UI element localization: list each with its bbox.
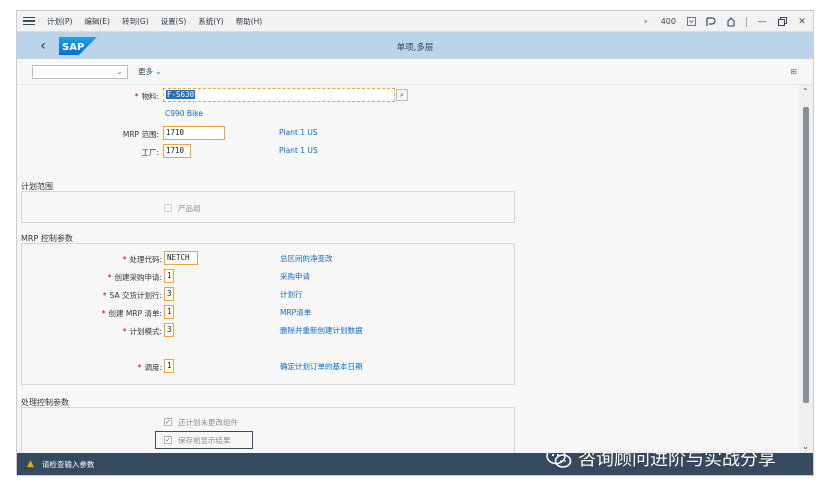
sap-logo: SAP [59,36,97,55]
screenshot-icon[interactable] [706,16,716,27]
plant-input[interactable]: 1710 [163,144,191,158]
exit-icon[interactable]: ⊞ [790,67,797,76]
scheduling-label: * 调度: [137,363,162,372]
mrp-area-label: MRP 范围: [122,130,159,139]
menu-item-plan[interactable]: 计划(P) [47,16,72,27]
status-message[interactable]: 请检查输入参数 [42,459,95,470]
chevron-right-icon[interactable]: › [641,17,651,27]
create-mrp-list-input[interactable]: 1 [164,305,174,319]
mrp-area-description: Plant 1 US [279,128,318,137]
menu-item-settings[interactable]: 设置(S) [161,16,187,27]
create-mrp-list-label: * 创建 MRP 清单: [101,309,162,318]
wechat-icon [546,447,572,468]
replan-unchanged-checkbox[interactable]: ✓ [164,418,172,426]
create-pr-label: * 创建采购申请: [107,273,162,282]
sa-schedule-input[interactable]: 3 [164,287,174,301]
scroll-up-icon[interactable]: ⌃ [802,87,809,96]
svg-text:SAP: SAP [62,42,84,53]
sa-schedule-description: 计划行 [280,290,303,299]
wechat-watermark: 咨询顾问进阶与实战分享 [546,444,776,472]
main-content: * 物料: F-S630 ⌕ C990 Bike MRP 范围: 1710 Pla… [17,85,801,455]
close-icon[interactable]: ✕ [797,17,807,27]
mrp-control-group: * 处理代码: NETCH 总区间的净变改 * 创建采购申请: 1 采购申请 * SA… [21,243,515,385]
watermark-text: 咨询顾问进阶与实战分享 [578,449,776,470]
value-help-icon[interactable]: ⌕ [396,89,408,101]
material-input[interactable]: F-S630 [163,88,395,102]
scroll-down-icon[interactable]: ⌄ [802,442,809,451]
customize-icon[interactable] [726,16,736,27]
product-group-checkbox[interactable] [164,204,172,212]
vertical-scrollbar[interactable]: ⌃ ⌄ [799,85,813,455]
planning-mode-description: 删除并重新创建计划数据 [280,326,363,335]
sa-schedule-label: * SA 交货计划行: [102,291,162,300]
processing-key-description: 总区间的净变改 [280,254,333,263]
back-icon[interactable]: ‹ [35,38,51,54]
processing-key-input[interactable]: NETCH [164,251,198,265]
display-results-label: 保存前显示结果 [178,436,231,445]
client-number: 400 [660,17,676,26]
sap-window: 计划(P) 编辑(E) 转到(G) 设置(S) 系统(Y) 帮助(H) › 40… [16,10,814,476]
page-title: 单项,多层 [396,43,434,53]
menu-item-goto[interactable]: 转到(G) [122,16,149,27]
create-pr-description: 采购申请 [280,272,310,281]
material-description: C990 Bike [165,109,203,118]
chevron-down-icon: ⌄ [116,66,123,76]
scroll-thumb[interactable] [803,107,809,403]
menu-bar: 计划(P) 编辑(E) 转到(G) 设置(S) 系统(Y) 帮助(H) › 40… [17,11,813,32]
display-results-checkbox[interactable]: ✓ [164,436,172,444]
mrp-area-input[interactable]: 1710 [163,126,225,140]
variant-select[interactable]: ⌄ [32,64,128,79]
plant-description: Plant 1 US [279,146,318,155]
planning-mode-label: * 计划模式: [122,327,162,336]
scheduling-description: 确定计划订单的基本日期 [280,362,363,371]
planning-mode-input[interactable]: 3 [164,323,174,337]
menu-item-edit[interactable]: 编辑(E) [84,16,110,27]
warning-icon: ▲ [27,459,34,469]
planning-scope-group: 产品组 [21,191,515,223]
scheduling-input[interactable]: 1 [164,359,174,373]
dropdown-box-icon[interactable] [686,17,696,27]
shell-bar: ‹ SAP 单项,多层 [17,32,813,59]
process-control-group: ✓ 还计划未更改组件 ✓ 保存前显示结果 [21,407,515,455]
product-group-label: 产品组 [178,204,201,213]
menu-item-help[interactable]: 帮助(H) [236,16,263,27]
plant-label: 工厂: [141,148,159,157]
create-pr-input[interactable]: 1 [164,269,174,283]
menu-item-system[interactable]: 系统(Y) [198,16,223,27]
create-mrp-list-description: MRP清单 [280,308,312,317]
minimize-icon[interactable]: — [757,17,767,27]
toolbar: ⌄ 更多 ⌄ ⊞ [17,59,813,85]
material-label: * 物料: [134,92,159,101]
replan-unchanged-label: 还计划未更改组件 [178,418,238,427]
more-button[interactable]: 更多 ⌄ [138,66,162,77]
maximize-icon[interactable] [777,17,787,27]
hamburger-menu-icon[interactable] [23,16,35,26]
chevron-down-icon: ⌄ [155,67,162,76]
more-label: 更多 [138,67,153,76]
processing-key-label: * 处理代码: [122,255,162,264]
